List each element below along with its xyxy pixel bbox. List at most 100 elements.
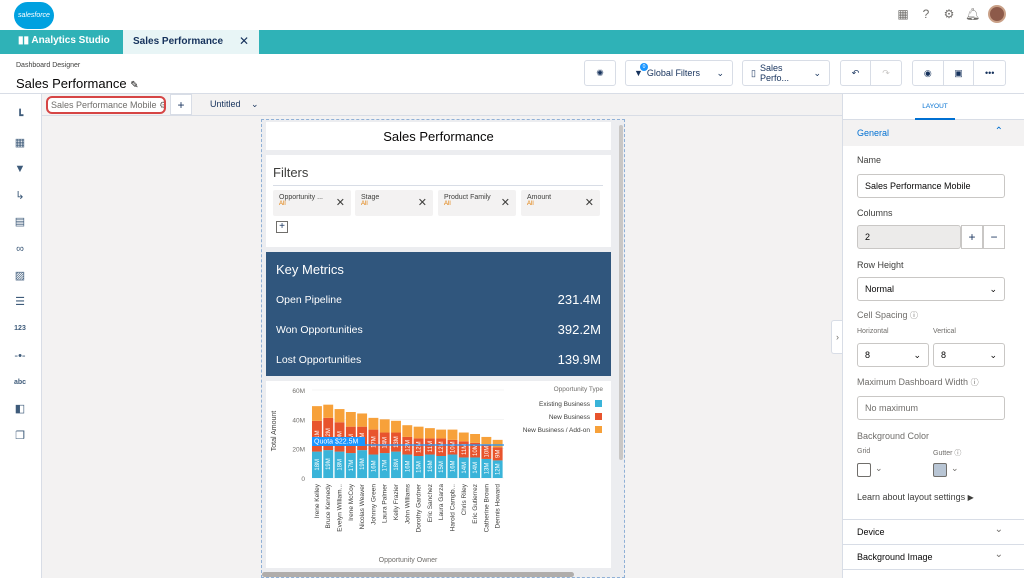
x-tick-label: Nicolas Weaver xyxy=(359,483,366,529)
device-section-header[interactable]: Device ⌄ xyxy=(843,519,1024,544)
bg-image-section-header[interactable]: Background Image ⌄ xyxy=(843,544,1024,569)
learn-link[interactable]: Learn about layout settings ▶ xyxy=(857,492,974,502)
number-widget-icon[interactable]: 123 xyxy=(12,321,28,337)
increment-button[interactable]: + xyxy=(961,225,983,249)
close-icon[interactable]: ✕ xyxy=(239,34,249,48)
layout-panel: LAYOUT General ⌃ Name Sales Performance … xyxy=(842,94,1024,578)
close-icon[interactable]: ✕ xyxy=(336,196,345,209)
close-icon[interactable]: ✕ xyxy=(585,196,594,209)
gear-icon[interactable]: ⚙ xyxy=(159,100,164,110)
divider xyxy=(273,185,603,186)
text-widget-icon[interactable]: abc xyxy=(12,375,28,391)
link-widget-icon[interactable]: ∞ xyxy=(12,241,28,257)
info-icon[interactable]: ⓘ xyxy=(971,378,979,387)
save-button[interactable]: ▣ xyxy=(944,61,975,85)
key-metrics-widget[interactable]: Key Metrics Open Pipeline 231.4M Won Oppo… xyxy=(266,252,611,376)
reference-label: Quota $22.5M xyxy=(314,439,359,446)
general-section-header[interactable]: General ⌃ xyxy=(843,120,1024,146)
bar-segment xyxy=(323,404,334,418)
vertical-scrollbar[interactable] xyxy=(619,125,623,460)
theme-button[interactable]: ✺ xyxy=(584,60,616,86)
filter-chip[interactable]: Stage All ✕ xyxy=(355,190,433,216)
bell-icon[interactable]: 🔔︎ xyxy=(965,7,980,21)
avatar[interactable] xyxy=(988,5,1006,23)
close-icon[interactable]: ✕ xyxy=(418,196,427,209)
redo-button[interactable]: ↷ xyxy=(871,68,901,79)
preview-button[interactable]: ◉ xyxy=(913,61,944,85)
metric-value: 231.4M xyxy=(557,292,601,307)
data-label: 17M xyxy=(383,460,389,472)
panel-tabs: LAYOUT xyxy=(843,94,1024,120)
help-icon[interactable]: ? xyxy=(919,7,933,21)
tab-sales-performance[interactable]: Sales Performance ✕ xyxy=(123,30,259,54)
x-tick-label: Eric Gutierrez xyxy=(472,484,479,524)
device-select[interactable]: ▯ Sales Perfo... ⌄ xyxy=(742,60,830,86)
title-widget[interactable]: Sales Performance xyxy=(266,122,611,150)
image-widget-icon[interactable]: ▨ xyxy=(12,268,28,284)
undo-button[interactable]: ↶ xyxy=(841,61,872,85)
filter-icon: ▼ 0 xyxy=(634,63,648,78)
table-widget-icon[interactable]: ▦ xyxy=(12,135,28,151)
data-label: 9M xyxy=(496,450,502,458)
more-button[interactable]: ••• xyxy=(974,68,1005,78)
columns-field[interactable]: 2 xyxy=(857,225,961,249)
report-widget-icon[interactable]: ❐ xyxy=(12,428,28,444)
list-widget-icon[interactable]: ☰ xyxy=(12,294,28,310)
data-label: 18M xyxy=(315,459,321,471)
grid-color-swatch[interactable] xyxy=(857,463,871,477)
chart-widget-icon[interactable]: ┗ xyxy=(12,108,28,124)
filter-chip[interactable]: Opportunity ... All ✕ xyxy=(273,190,351,216)
date-widget-icon[interactable]: ▤ xyxy=(12,214,28,230)
gutter-color-swatch[interactable] xyxy=(933,463,947,477)
y-tick-label: 40M xyxy=(292,417,305,424)
chart-widget[interactable]: 60M 40M 20M 0 Total Amount 18M 21M Irene Kelley… xyxy=(266,381,611,568)
chevron-up-icon: ⌃ xyxy=(994,126,1003,137)
close-icon[interactable]: ✕ xyxy=(501,196,510,209)
vertical-select[interactable]: 8 ⌄ xyxy=(933,343,1005,367)
chevron-down-icon[interactable]: ⌄ xyxy=(875,463,883,474)
app-bar: ▮▮ Analytics Studio Sales Performance ✕ xyxy=(0,30,1024,54)
x-tick-label: Harold Campb... xyxy=(449,484,456,532)
x-tick-label: Dorothy Gardner xyxy=(416,483,423,532)
page-title: Sales Performance ✎ xyxy=(16,76,139,91)
page-tab-label: Untitled xyxy=(210,99,241,109)
data-label: 18M xyxy=(338,459,344,471)
legend-swatch xyxy=(595,400,602,407)
tab-layout[interactable]: LAYOUT xyxy=(915,94,955,120)
info-icon[interactable]: ⓘ xyxy=(954,450,961,457)
x-tick-label: Catherine Brown xyxy=(483,484,490,533)
name-field[interactable]: Sales Performance Mobile xyxy=(857,174,1005,198)
range-widget-icon[interactable]: -•- xyxy=(12,348,28,364)
row-height-value: Normal xyxy=(865,284,895,294)
filter-chip[interactable]: Amount All ✕ xyxy=(521,190,600,216)
container-widget-icon[interactable]: ◧ xyxy=(12,401,28,417)
x-tick-label: Evelyn William... xyxy=(337,484,344,532)
data-label: 16M xyxy=(371,460,377,472)
undo-redo-group: ↶ ↷ xyxy=(840,60,902,86)
max-width-field[interactable]: No maximum xyxy=(857,396,1005,420)
layout-name-tab[interactable]: Sales Performance Mobile ⚙ xyxy=(46,96,166,114)
gear-icon[interactable]: ⚙ xyxy=(942,7,956,21)
filter-widget-icon[interactable]: ▼ xyxy=(12,161,28,177)
row-height-select[interactable]: Normal ⌄ xyxy=(857,277,1005,301)
pencil-icon[interactable]: ✎ xyxy=(130,80,138,91)
metric-label: Open Pipeline xyxy=(276,293,342,306)
toggle-widget-icon[interactable]: ↳ xyxy=(12,188,28,204)
vertical-value: 8 xyxy=(941,350,947,360)
app-launcher-icon[interactable]: ▦ xyxy=(896,7,910,21)
filter-chip[interactable]: Product Family All ✕ xyxy=(438,190,516,216)
metric-value: 139.9M xyxy=(557,352,601,367)
add-filter-button[interactable]: + xyxy=(276,221,288,233)
horizontal-select[interactable]: 8 ⌄ xyxy=(857,343,929,367)
page-tab[interactable]: Untitled ⌄ xyxy=(202,94,270,115)
global-filters-button[interactable]: ▼ 0 Global Filters ⌄ xyxy=(625,60,733,86)
horizontal-scrollbar[interactable] xyxy=(262,572,574,577)
chevron-down-icon[interactable]: ⌄ xyxy=(951,463,959,474)
salesforce-logo[interactable]: salesforce xyxy=(14,2,54,29)
data-label: 19M xyxy=(326,458,332,470)
info-icon[interactable]: ⓘ xyxy=(910,311,918,320)
app-name[interactable]: ▮▮ Analytics Studio xyxy=(18,35,110,46)
horizontal-label: Horizontal xyxy=(857,328,889,335)
add-layout-button[interactable]: + xyxy=(170,94,192,115)
decrement-button[interactable]: − xyxy=(983,225,1005,249)
